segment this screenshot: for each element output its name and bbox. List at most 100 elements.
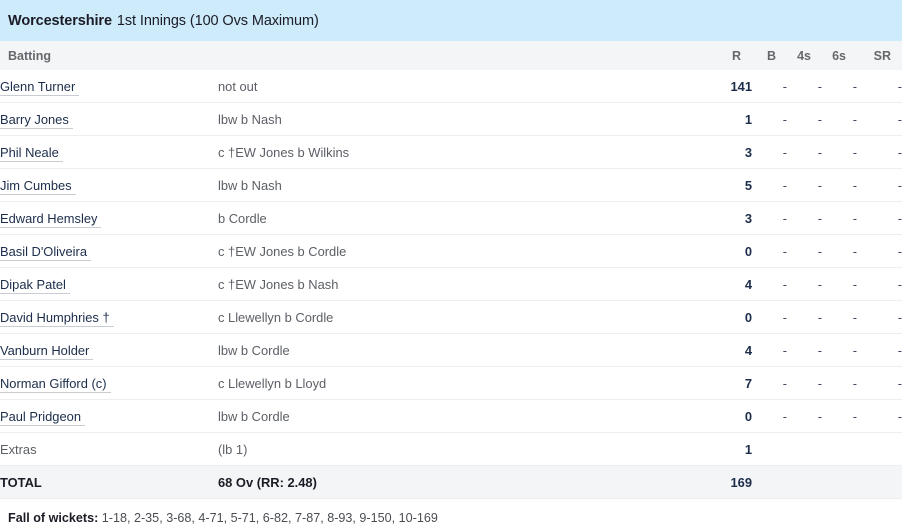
table-row: Jim Cumbes lbw b Nash 5- - - - bbox=[0, 168, 902, 202]
batsman-name-cell: Jim Cumbes bbox=[0, 168, 218, 202]
sixes-cell: - bbox=[822, 135, 857, 169]
batting-table-header: Batting R B 4s 6s SR bbox=[0, 41, 902, 70]
runs-cell: 0 bbox=[710, 234, 752, 268]
batsman-name-cell: Dipak Patel bbox=[0, 267, 218, 301]
sixes-cell: - bbox=[822, 333, 857, 367]
batsman-name-cell: Barry Jones bbox=[0, 102, 218, 136]
sixes-cell: - bbox=[822, 234, 857, 268]
fall-of-wickets: Fall of wickets: 1-18, 2-35, 3-68, 4-71,… bbox=[0, 499, 902, 525]
dismissal-cell: c Llewellyn b Lloyd bbox=[218, 366, 710, 400]
dismissal-cell: not out bbox=[218, 70, 710, 103]
strike-rate-cell: - bbox=[857, 70, 902, 103]
strike-rate-cell: - bbox=[857, 300, 902, 334]
total-label: TOTAL bbox=[0, 465, 218, 499]
extras-detail: (lb 1) bbox=[218, 432, 710, 466]
player-link[interactable]: Barry Jones bbox=[0, 111, 73, 129]
empty-cell bbox=[752, 432, 787, 466]
player-link[interactable]: Phil Neale bbox=[0, 144, 63, 162]
extras-row: Extras (lb 1) 1 bbox=[0, 432, 902, 466]
runs-cell: 4 bbox=[710, 333, 752, 367]
dismissal-cell: c †EW Jones b Wilkins bbox=[218, 135, 710, 169]
balls-cell: - bbox=[752, 102, 787, 136]
column-header-fours: 4s bbox=[787, 41, 822, 70]
player-link[interactable]: Edward Hemsley bbox=[0, 210, 102, 228]
column-header-batting: Batting bbox=[0, 41, 710, 70]
dismissal-cell: c Llewellyn b Cordle bbox=[218, 300, 710, 334]
batsman-name-cell: Norman Gifford (c) bbox=[0, 366, 218, 400]
dismissal-cell: lbw b Nash bbox=[218, 168, 710, 202]
player-link[interactable]: David Humphries † bbox=[0, 309, 114, 327]
fours-cell: - bbox=[787, 70, 822, 103]
table-row: Glenn Turner not out 141- - - - bbox=[0, 70, 902, 103]
empty-cell bbox=[857, 465, 902, 499]
balls-cell: - bbox=[752, 300, 787, 334]
strike-rate-cell: - bbox=[857, 333, 902, 367]
table-row: Barry Jones lbw b Nash 1- - - - bbox=[0, 102, 902, 136]
strike-rate-cell: - bbox=[857, 135, 902, 169]
sixes-cell: - bbox=[822, 366, 857, 400]
batsman-name-cell: Phil Neale bbox=[0, 135, 218, 169]
player-link[interactable]: Paul Pridgeon bbox=[0, 408, 85, 426]
player-link[interactable]: Jim Cumbes bbox=[0, 177, 76, 195]
empty-cell bbox=[857, 432, 902, 466]
strike-rate-cell: - bbox=[857, 168, 902, 202]
player-link[interactable]: Norman Gifford (c) bbox=[0, 375, 111, 393]
runs-cell: 141 bbox=[710, 70, 752, 103]
player-link[interactable]: Glenn Turner bbox=[0, 78, 80, 96]
empty-cell bbox=[822, 465, 857, 499]
balls-cell: - bbox=[752, 201, 787, 235]
column-header-sixes: 6s bbox=[822, 41, 857, 70]
strike-rate-cell: - bbox=[857, 234, 902, 268]
batting-table: Batting R B 4s 6s SR Glenn Turner not out… bbox=[0, 41, 902, 499]
innings-header: Worcestershire 1st Innings (100 Ovs Maxi… bbox=[0, 0, 902, 41]
fours-cell: - bbox=[787, 399, 822, 433]
dismissal-cell: c †EW Jones b Nash bbox=[218, 267, 710, 301]
empty-cell bbox=[787, 465, 822, 499]
table-header-row: Batting R B 4s 6s SR bbox=[0, 41, 902, 70]
runs-cell: 0 bbox=[710, 300, 752, 334]
fours-cell: - bbox=[787, 333, 822, 367]
runs-cell: 3 bbox=[710, 201, 752, 235]
balls-cell: - bbox=[752, 168, 787, 202]
fall-of-wickets-values: 1-18, 2-35, 3-68, 4-71, 5-71, 6-82, 7-87… bbox=[101, 511, 438, 525]
innings-detail: 1st Innings (100 Ovs Maximum) bbox=[116, 12, 319, 29]
column-header-runs: R bbox=[710, 41, 752, 70]
dismissal-cell: lbw b Nash bbox=[218, 102, 710, 136]
fours-cell: - bbox=[787, 201, 822, 235]
dismissal-cell: lbw b Cordle bbox=[218, 333, 710, 367]
balls-cell: - bbox=[752, 399, 787, 433]
fall-of-wickets-label: Fall of wickets: bbox=[8, 511, 99, 525]
balls-cell: - bbox=[752, 234, 787, 268]
runs-cell: 1 bbox=[710, 102, 752, 136]
extras-label: Extras bbox=[0, 432, 218, 466]
column-header-strike-rate: SR bbox=[857, 41, 902, 70]
sixes-cell: - bbox=[822, 201, 857, 235]
batsman-name-cell: David Humphries † bbox=[0, 300, 218, 334]
dismissal-cell: lbw b Cordle bbox=[218, 399, 710, 433]
batsman-name-cell: Paul Pridgeon bbox=[0, 399, 218, 433]
dismissal-cell: c †EW Jones b Cordle bbox=[218, 234, 710, 268]
strike-rate-cell: - bbox=[857, 366, 902, 400]
fours-cell: - bbox=[787, 135, 822, 169]
runs-cell: 7 bbox=[710, 366, 752, 400]
fours-cell: - bbox=[787, 366, 822, 400]
fours-cell: - bbox=[787, 168, 822, 202]
sixes-cell: - bbox=[822, 168, 857, 202]
innings-team-name: Worcestershire bbox=[8, 12, 112, 29]
player-link[interactable]: Vanburn Holder bbox=[0, 342, 94, 360]
empty-cell bbox=[752, 465, 787, 499]
batsman-name-cell: Glenn Turner bbox=[0, 70, 218, 103]
total-detail: 68 Ov (RR: 2.48) bbox=[218, 465, 710, 499]
runs-cell: 4 bbox=[710, 267, 752, 301]
player-link[interactable]: Dipak Patel bbox=[0, 276, 70, 294]
balls-cell: - bbox=[752, 267, 787, 301]
player-link[interactable]: Basil D'Oliveira bbox=[0, 243, 91, 261]
fours-cell: - bbox=[787, 267, 822, 301]
table-row: Norman Gifford (c) c Llewellyn b Lloyd 7- -… bbox=[0, 366, 902, 400]
runs-cell: 5 bbox=[710, 168, 752, 202]
empty-cell bbox=[787, 432, 822, 466]
table-row: Basil D'Oliveira c †EW Jones b Cordle 0- - -… bbox=[0, 234, 902, 268]
column-header-balls: B bbox=[752, 41, 787, 70]
fours-cell: - bbox=[787, 234, 822, 268]
sixes-cell: - bbox=[822, 102, 857, 136]
